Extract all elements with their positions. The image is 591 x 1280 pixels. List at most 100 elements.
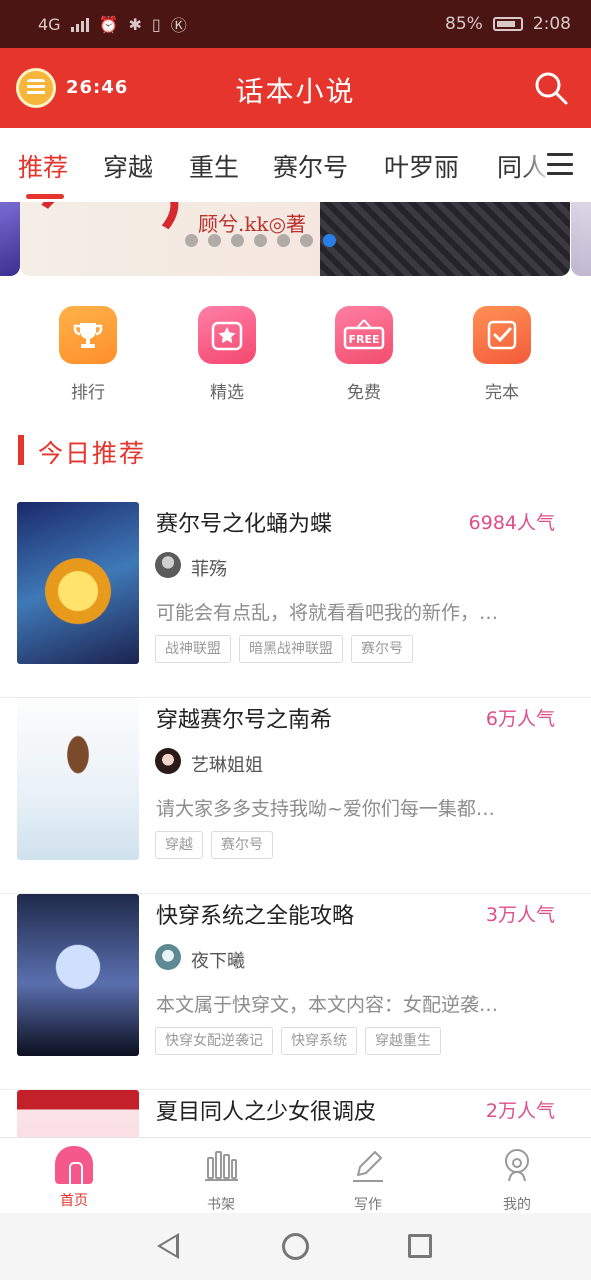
menu-icon[interactable] — [547, 153, 573, 175]
back-icon[interactable] — [157, 1233, 179, 1259]
carousel-dot[interactable] — [277, 234, 290, 247]
quick-action-completed[interactable]: 完本 — [452, 306, 552, 403]
book-tag[interactable]: 穿越重生 — [365, 1027, 441, 1055]
quick-action-label: 免费 — [347, 383, 381, 403]
trophy-icon — [59, 306, 117, 364]
carousel-dot-active[interactable] — [323, 234, 336, 247]
carousel-dot[interactable] — [231, 234, 244, 247]
quick-action-ranking[interactable]: 排行 — [38, 306, 138, 403]
quick-action-label: 排行 — [71, 383, 105, 403]
book-popularity: 2万人气 — [485, 1100, 555, 1122]
book-title: 赛尔号之化蛹为蝶 — [156, 512, 333, 537]
battery-percent: 85% — [445, 14, 483, 34]
status-bar: 4G ⏰ ✱ ▯ Ⓚ 85% 2:08 — [0, 0, 591, 48]
author-avatar — [155, 944, 181, 970]
book-tag[interactable]: 穿越 — [155, 831, 203, 859]
carousel-dot[interactable] — [185, 234, 198, 247]
quick-action-free[interactable]: FREE 免费 — [314, 306, 414, 403]
author-name: 菲殇 — [191, 559, 227, 580]
author-avatar — [155, 748, 181, 774]
nav-bookshelf[interactable]: 书架 — [171, 1146, 271, 1214]
app-header: 26:46 话本小说 — [0, 48, 591, 128]
book-tag[interactable]: 赛尔号 — [351, 635, 413, 663]
book-cover[interactable] — [17, 698, 139, 860]
carousel-dot[interactable] — [254, 234, 267, 247]
network-type: 4G — [38, 14, 61, 34]
recent-apps-icon[interactable] — [408, 1234, 432, 1258]
banner-dots — [185, 234, 336, 247]
home-circle-icon[interactable] — [282, 1233, 309, 1260]
status-right: 85% 2:08 — [445, 14, 571, 34]
book-tag[interactable]: 快穿系统 — [281, 1027, 357, 1055]
tab-rebirth[interactable]: 重生 — [189, 148, 239, 184]
book-description: 可能会有点乱，将就看看吧我的新作，… — [156, 602, 499, 624]
book-popularity: 6万人气 — [485, 708, 555, 730]
author-avatar — [155, 552, 181, 578]
carousel-dot[interactable] — [208, 234, 221, 247]
author-name: 夜下曦 — [191, 951, 245, 972]
pencil-icon — [353, 1151, 383, 1182]
nav-label: 书架 — [207, 1197, 235, 1213]
book-tag[interactable]: 快穿女配逆袭记 — [155, 1027, 273, 1055]
home-icon — [55, 1146, 93, 1186]
banner-calligraphy — [20, 202, 190, 276]
book-cover[interactable] — [17, 502, 139, 664]
nav-label: 写作 — [354, 1197, 382, 1213]
system-nav-bar — [0, 1213, 591, 1280]
quick-actions: 排行 精选 FREE 免费 完本 — [0, 306, 591, 406]
book-description: 本文属于快穿文，本文内容：女配逆袭… — [156, 994, 499, 1016]
book-title: 夏目同人之少女很调皮 — [156, 1100, 377, 1125]
book-tags: 穿越 赛尔号 — [155, 831, 273, 859]
nav-write[interactable]: 写作 — [318, 1146, 418, 1214]
book-item[interactable]: 夏目同人之少女很调皮 2万人气 — [0, 1090, 591, 1137]
app-title: 话本小说 — [235, 75, 356, 108]
signal-icon — [70, 16, 89, 32]
tab-yeluoli[interactable]: 叶罗丽 — [384, 148, 459, 184]
clock: 2:08 — [532, 14, 571, 34]
quick-action-label: 精选 — [210, 383, 244, 403]
book-tag[interactable]: 暗黑战神联盟 — [239, 635, 343, 663]
book-item[interactable]: 穿越赛尔号之南希 6万人气 艺琳姐姐 请大家多多支持我呦~爱你们每一集都… 穿越… — [0, 698, 591, 894]
book-title: 快穿系统之全能攻略 — [156, 904, 355, 929]
banner-carousel: 顾兮.kk◎著 — [0, 202, 591, 276]
app-notification-icon: Ⓚ — [170, 16, 187, 35]
section-accent-bar — [18, 435, 24, 465]
book-tags: 战神联盟 暗黑战神联盟 赛尔号 — [155, 635, 413, 663]
book-description: 请大家多多支持我呦~爱你们每一集都… — [156, 798, 495, 820]
search-icon[interactable] — [533, 70, 569, 106]
nav-home[interactable]: 首页 — [24, 1146, 124, 1210]
book-tag[interactable]: 战神联盟 — [155, 635, 231, 663]
banner-slide[interactable]: 顾兮.kk◎著 — [20, 202, 570, 276]
star-icon — [198, 306, 256, 364]
carousel-dot[interactable] — [300, 234, 313, 247]
banner-prev-slide[interactable] — [0, 202, 20, 276]
tab-time-travel[interactable]: 穿越 — [103, 148, 153, 184]
status-left: 4G ⏰ ✱ ▯ Ⓚ — [38, 12, 187, 36]
book-item[interactable]: 快穿系统之全能攻略 3万人气 夜下曦 本文属于快穿文，本文内容：女配逆袭… 快穿… — [0, 894, 591, 1090]
tab-recommend[interactable]: 推荐 — [18, 148, 68, 184]
book-cover[interactable] — [17, 894, 139, 1056]
book-cover[interactable] — [17, 1090, 139, 1137]
free-badge-text: FREE — [348, 333, 379, 346]
tab-seer[interactable]: 赛尔号 — [273, 148, 348, 184]
vibrate-icon: ▯ — [151, 14, 161, 34]
banner-figure-image — [320, 202, 570, 276]
check-icon — [473, 306, 531, 364]
book-tags: 快穿女配逆袭记 快穿系统 穿越重生 — [155, 1027, 441, 1055]
book-popularity: 3万人气 — [485, 904, 555, 926]
book-popularity: 6984人气 — [468, 512, 555, 534]
banner-next-slide[interactable] — [571, 202, 591, 276]
battery-icon — [492, 17, 523, 31]
alarm-icon: ⏰ — [98, 14, 119, 34]
book-tag[interactable]: 赛尔号 — [211, 831, 273, 859]
author-name: 艺琳姐姐 — [191, 755, 263, 776]
book-item[interactable]: 赛尔号之化蛹为蝶 6984人气 菲殇 可能会有点乱，将就看看吧我的新作，… 战神… — [0, 502, 591, 698]
free-sign-icon: FREE — [335, 306, 393, 364]
quick-action-featured[interactable]: 精选 — [177, 306, 277, 403]
book-title: 穿越赛尔号之南希 — [156, 708, 333, 733]
nav-label: 我的 — [503, 1197, 531, 1213]
bottom-nav: 首页 书架 写作 我的 — [0, 1137, 591, 1213]
active-tab-indicator — [26, 194, 64, 199]
category-tabs: 推荐 穿越 重生 赛尔号 叶罗丽 同人 — [0, 128, 591, 202]
nav-profile[interactable]: 我的 — [467, 1146, 567, 1214]
